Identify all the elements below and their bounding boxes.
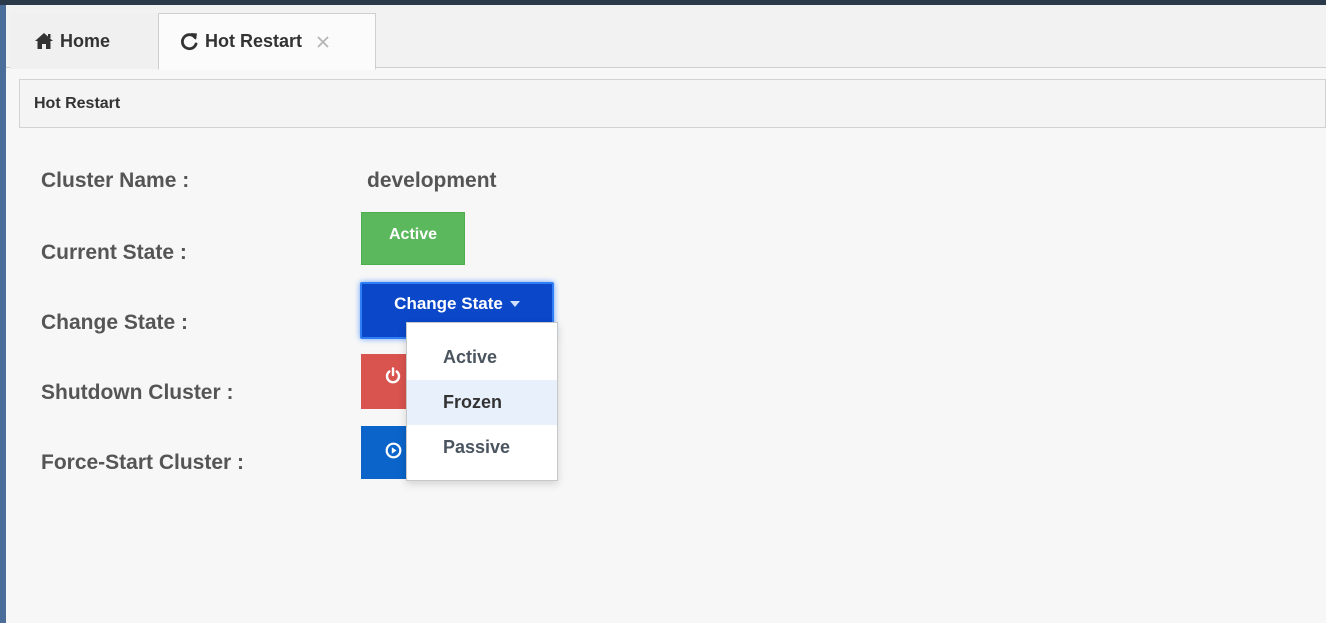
close-icon[interactable]	[316, 35, 330, 49]
dropdown-option-passive[interactable]: Passive	[407, 425, 557, 470]
change-state-button-label: Change State	[394, 293, 503, 313]
app-window: Home Hot Restart Hot Restart Cluster Nam…	[6, 5, 1326, 623]
caret-down-icon	[509, 300, 520, 307]
refresh-icon	[179, 32, 199, 52]
play-circle-icon	[385, 442, 402, 464]
tab-hot-restart[interactable]: Hot Restart	[158, 13, 376, 70]
force-start-cluster-label: Force-Start Cluster :	[41, 451, 245, 474]
dropdown-option-frozen[interactable]: Frozen	[407, 380, 557, 425]
tab-home[interactable]: Home	[10, 13, 158, 69]
dropdown-option-active[interactable]: Active	[407, 335, 557, 380]
change-state-label: Change State :	[41, 311, 189, 334]
cluster-name-label: Cluster Name :	[41, 169, 190, 192]
tab-hot-restart-label: Hot Restart	[205, 31, 303, 51]
panel-header: Hot Restart	[19, 79, 1326, 128]
home-icon	[34, 32, 54, 50]
cluster-name-value: development	[367, 169, 497, 192]
tab-bar: Home Hot Restart	[6, 5, 1326, 70]
shutdown-cluster-label: Shutdown Cluster :	[41, 381, 234, 404]
tab-home-label: Home	[60, 30, 111, 51]
current-state-badge: Active	[361, 212, 465, 265]
current-state-label: Current State :	[41, 241, 187, 264]
change-state-dropdown-menu: Active Frozen Passive	[406, 322, 558, 481]
power-icon	[385, 366, 401, 389]
